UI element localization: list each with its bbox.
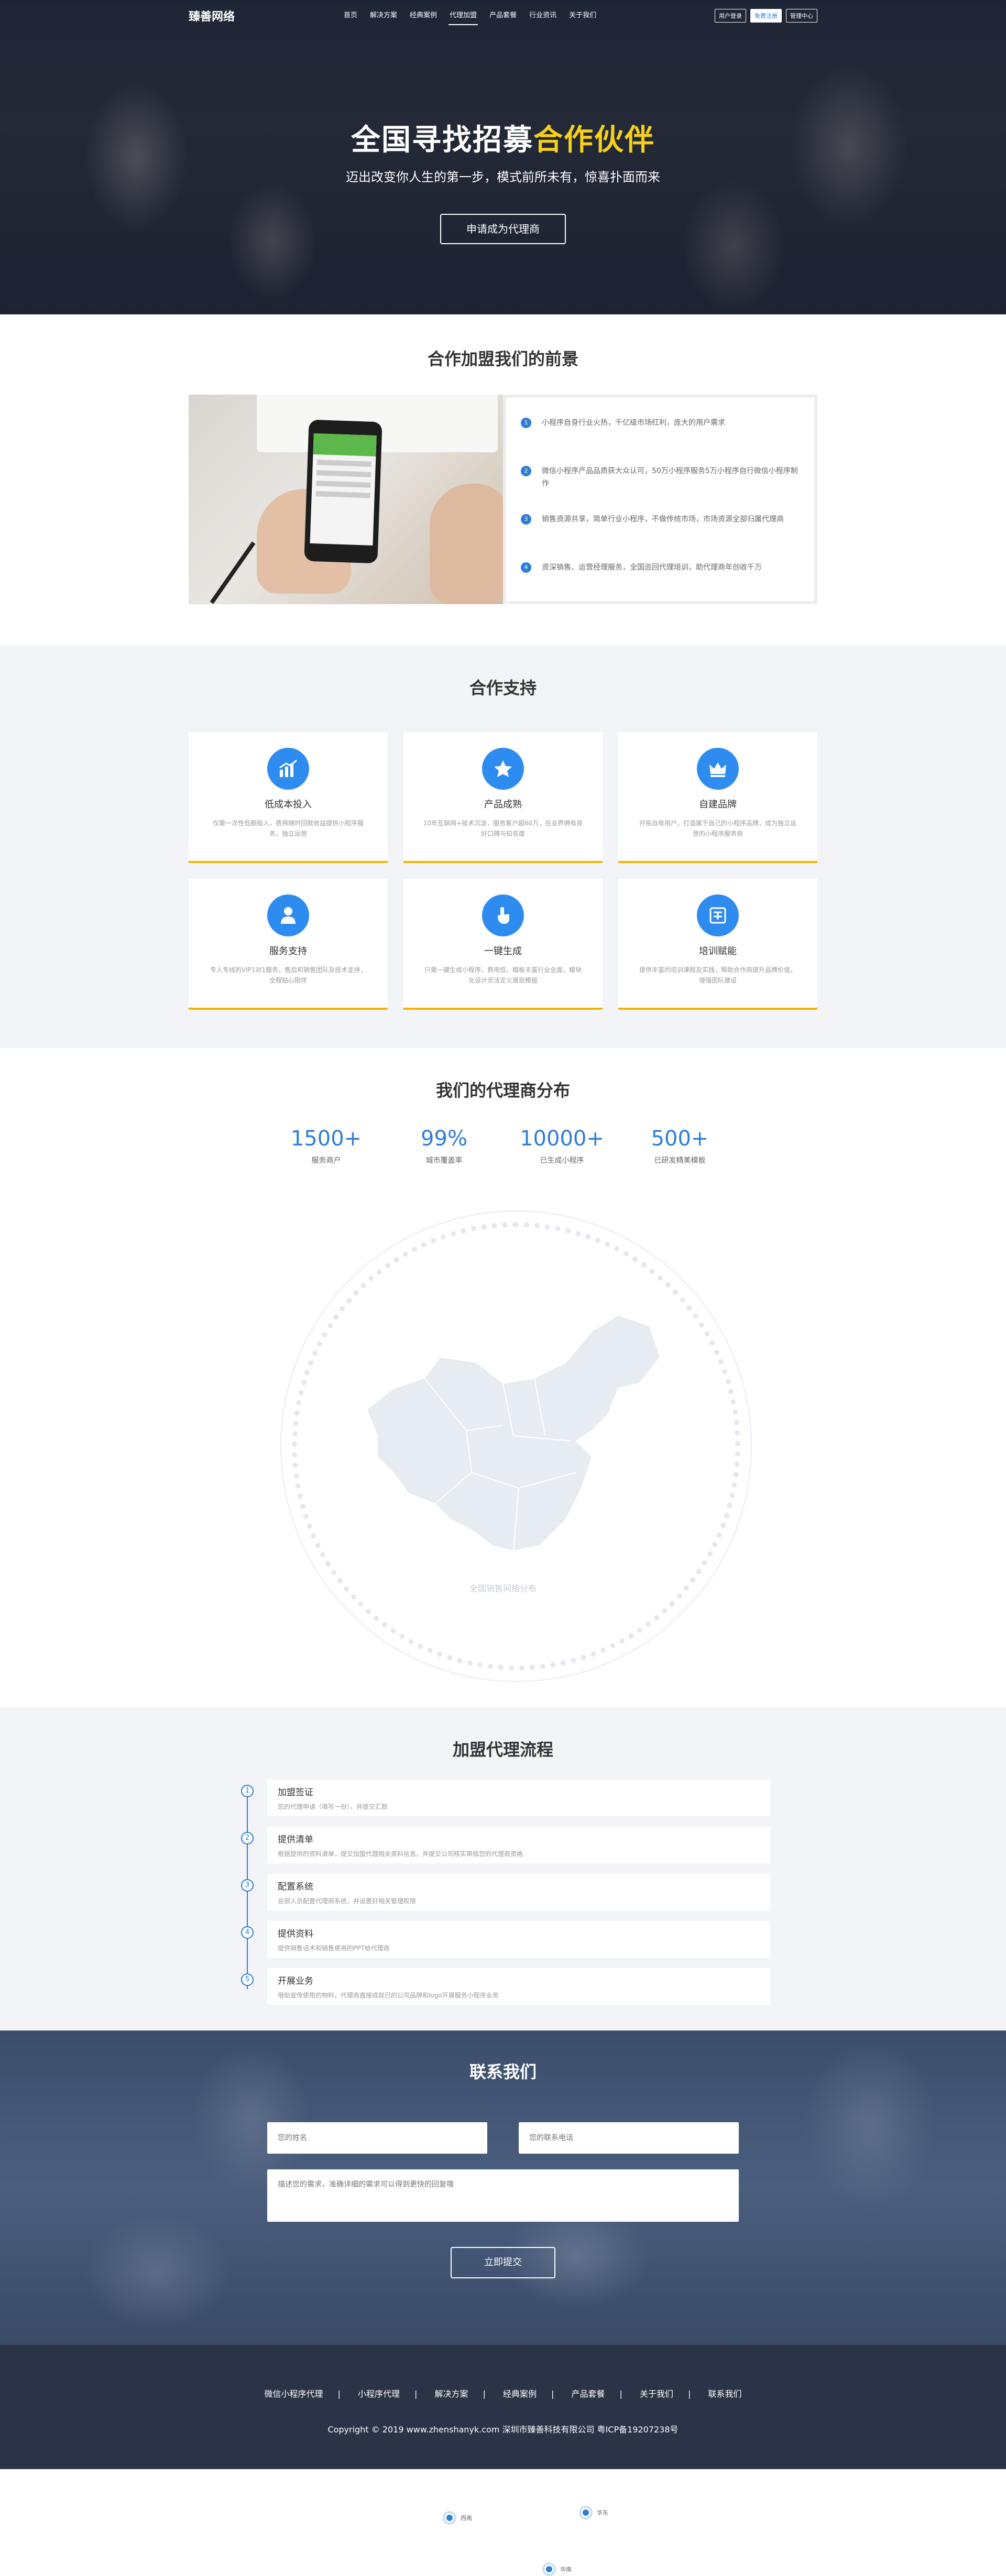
stat-item: 99% 城市覆盖率 xyxy=(421,1127,467,1165)
register-button[interactable]: 免费注册 xyxy=(750,9,782,23)
china-map xyxy=(366,1314,661,1552)
hero-banner: 全国寻找招募合作伙伴 迈出改变你人生的第一步，模式前所未有，惊喜扑面而来 申请成… xyxy=(0,0,1006,314)
support-card: 服务支持 专人专线的VIP1对1服务，售后和销售团队及技术支持，全程贴心陪伴 xyxy=(189,879,388,1010)
city-marker[interactable]: 华东 xyxy=(579,2506,611,2519)
process-section: 加盟代理流程 1 加盟签证 您的代理申请（填写一份），并提交汇款 2 提供清单 根据提供… xyxy=(0,1707,1006,2031)
city-marker[interactable]: 西南 xyxy=(443,2511,475,2525)
stat-item: 500+ 已研发精美模板 xyxy=(651,1127,709,1165)
hero-subtitle: 迈出改变你人生的第一步，模式前所未有，惊喜扑面而来 xyxy=(346,170,660,184)
nav-packages[interactable]: 产品套餐 xyxy=(483,0,523,31)
prospect-box: 1 小程序自身行业火热，千亿级市场红利，庞大的用户需求 2 微信小程序产品品质获大众… xyxy=(189,395,817,604)
site-footer: 微信小程序代理 | 小程序代理 | 解决方案 | 经典案例 | 产品套餐 | 关于我们 | … xyxy=(0,2345,1006,2469)
support-section: 合作支持 低成本投入 仅需一次性低额投入，费用随时回款收益提供小程序服务，独立运… xyxy=(0,646,1006,1048)
support-card: 培训赋能 提供丰富的培训课程及实践，帮助合作商提升品牌价值，增强团队建设 xyxy=(618,879,817,1010)
support-card: 低成本投入 仅需一次性低额投入，费用随时回款收益提供小程序服务，独立运营 xyxy=(189,732,388,863)
list-item: 1 小程序自身行业火热，千亿级市场红利，庞大的用户需求 xyxy=(521,417,799,465)
stats-row: 1500+ 服务商户 99% 城市覆盖率 10000+ 已生成小程序 500+ 已研发精… xyxy=(267,1127,739,1165)
footer-link[interactable]: 联系我们 xyxy=(708,2387,741,2399)
hero-title: 全国寻找招募合作伙伴 xyxy=(351,123,655,157)
process-step: 3 配置系统 总部人员配置代理商系统，并设置好相关管理权限 xyxy=(236,1874,770,1921)
section-title: 加盟代理流程 xyxy=(452,1740,553,1760)
map-caption: 全国销售网络分布 xyxy=(469,1584,537,1593)
phone-in-hand-image xyxy=(189,395,503,604)
phone-input[interactable] xyxy=(519,2122,739,2154)
stat-item: 10000+ 已生成小程序 xyxy=(520,1127,604,1165)
nav-solutions[interactable]: 解决方案 xyxy=(364,0,403,31)
footer-link[interactable]: 解决方案 xyxy=(434,2387,468,2399)
support-card: 产品成熟 10年互联网+技术沉淀，服务客户超60万，在业界拥有良好口碑与知名度 xyxy=(403,732,603,863)
login-button[interactable]: 用户登录 xyxy=(715,9,746,23)
support-card: 一键生成 只需一键生成小程序，费用低，模板丰富行业全面，模块化设计灵活定义展现模… xyxy=(403,879,603,1010)
process-step: 1 加盟签证 您的代理申请（填写一份），并提交汇款 xyxy=(236,1780,770,1827)
star-icon xyxy=(482,748,524,790)
process-step: 4 提供资料 提供销售话术和销售使用的PPT给代理商 xyxy=(236,1921,770,1968)
process-step: 2 提供清单 根据提供的资料清单，提交加盟代理相关资料信息，并提交公司核实审核您的代… xyxy=(236,1827,770,1874)
name-input[interactable] xyxy=(267,2122,487,2154)
training-icon xyxy=(697,894,739,936)
footer-link[interactable]: 微信小程序代理 xyxy=(264,2387,323,2399)
chart-icon xyxy=(267,748,309,790)
service-icon xyxy=(267,894,309,936)
submit-button[interactable]: 立即提交 xyxy=(451,2247,555,2278)
list-item: 4 资深销售、运营经理服务，全国巡回代理培训，助代理商年创收千万 xyxy=(521,561,799,609)
hand-icon xyxy=(482,894,524,936)
list-item: 2 微信小程序产品品质获大众认可，50万小程序服务5万小程序自行微信小程序制作 xyxy=(521,465,799,513)
site-header: 臻善网络 首页 解决方案 经典案例 代理加盟 产品套餐 行业资讯 关于我们 用户… xyxy=(0,0,1006,31)
distribution-section: 我们的代理商分布 1500+ 服务商户 99% 城市覆盖率 10000+ 已生成小程序… xyxy=(0,1048,1006,2576)
logo[interactable]: 臻善网络 xyxy=(189,7,314,24)
support-grid: 低成本投入 仅需一次性低额投入，费用随时回款收益提供小程序服务，独立运营 产品成… xyxy=(189,732,817,1010)
section-title: 联系我们 xyxy=(469,2062,537,2082)
process-step: 5 开展业务 借助宣传使用的物料，代理商直接成就已的公司品牌和logo开展服务小程序… xyxy=(236,1968,770,2015)
prospect-list: 1 小程序自身行业火热，千亿级市场红利，庞大的用户需求 2 微信小程序产品品质获大众… xyxy=(503,395,817,604)
footer-link[interactable]: 关于我们 xyxy=(640,2387,673,2399)
footer-link[interactable]: 小程序代理 xyxy=(358,2387,400,2399)
nav-home[interactable]: 首页 xyxy=(337,0,364,31)
city-marker[interactable]: 华南 xyxy=(542,2562,575,2576)
nav-cases[interactable]: 经典案例 xyxy=(403,0,443,31)
main-nav: 首页 解决方案 经典案例 代理加盟 产品套餐 行业资讯 关于我们 xyxy=(337,0,603,31)
message-textarea[interactable] xyxy=(267,2169,739,2222)
stat-item: 1500+ 服务商户 xyxy=(290,1127,362,1165)
nav-about[interactable]: 关于我们 xyxy=(563,0,603,31)
admin-center-button[interactable]: 管理中心 xyxy=(786,9,817,23)
process-steps: 1 加盟签证 您的代理申请（填写一份），并提交汇款 2 提供清单 根据提供的资料清单，提… xyxy=(236,1780,770,2015)
nav-news[interactable]: 行业资讯 xyxy=(523,0,563,31)
section-title: 合作支持 xyxy=(469,678,537,698)
section-title: 我们的代理商分布 xyxy=(435,1080,570,1100)
contact-section: 联系我们 立即提交 xyxy=(0,2031,1006,2345)
nav-agent[interactable]: 代理加盟 xyxy=(443,0,483,31)
header-buttons: 用户登录 免费注册 管理中心 xyxy=(715,9,817,23)
support-card: 自建品牌 开拓自有用户，打造属于自己的小程序品牌，成为独立运营的小程序服务商 xyxy=(618,732,817,863)
crown-icon xyxy=(697,748,739,790)
footer-link[interactable]: 经典案例 xyxy=(503,2387,537,2399)
footer-link[interactable]: 产品套餐 xyxy=(571,2387,605,2399)
footer-links: 微信小程序代理 | 小程序代理 | 解决方案 | 经典案例 | 产品套餐 | 关于我们 | … xyxy=(0,2387,1006,2399)
section-title: 合作加盟我们的前景 xyxy=(427,349,578,369)
apply-agent-button[interactable]: 申请成为代理商 xyxy=(440,214,566,244)
list-item: 3 销售资源共享，简单行业小程序，不做传统市场，市场资源全部归属代理商 xyxy=(521,513,799,561)
copyright: Copyright © 2019 www.zhenshanyk.com 深圳市臻… xyxy=(327,2425,679,2435)
prospect-section: 合作加盟我们的前景 1 小程序自身行业火热，千亿级市场红利，庞大的用户需求 2 微信… xyxy=(0,314,1006,646)
